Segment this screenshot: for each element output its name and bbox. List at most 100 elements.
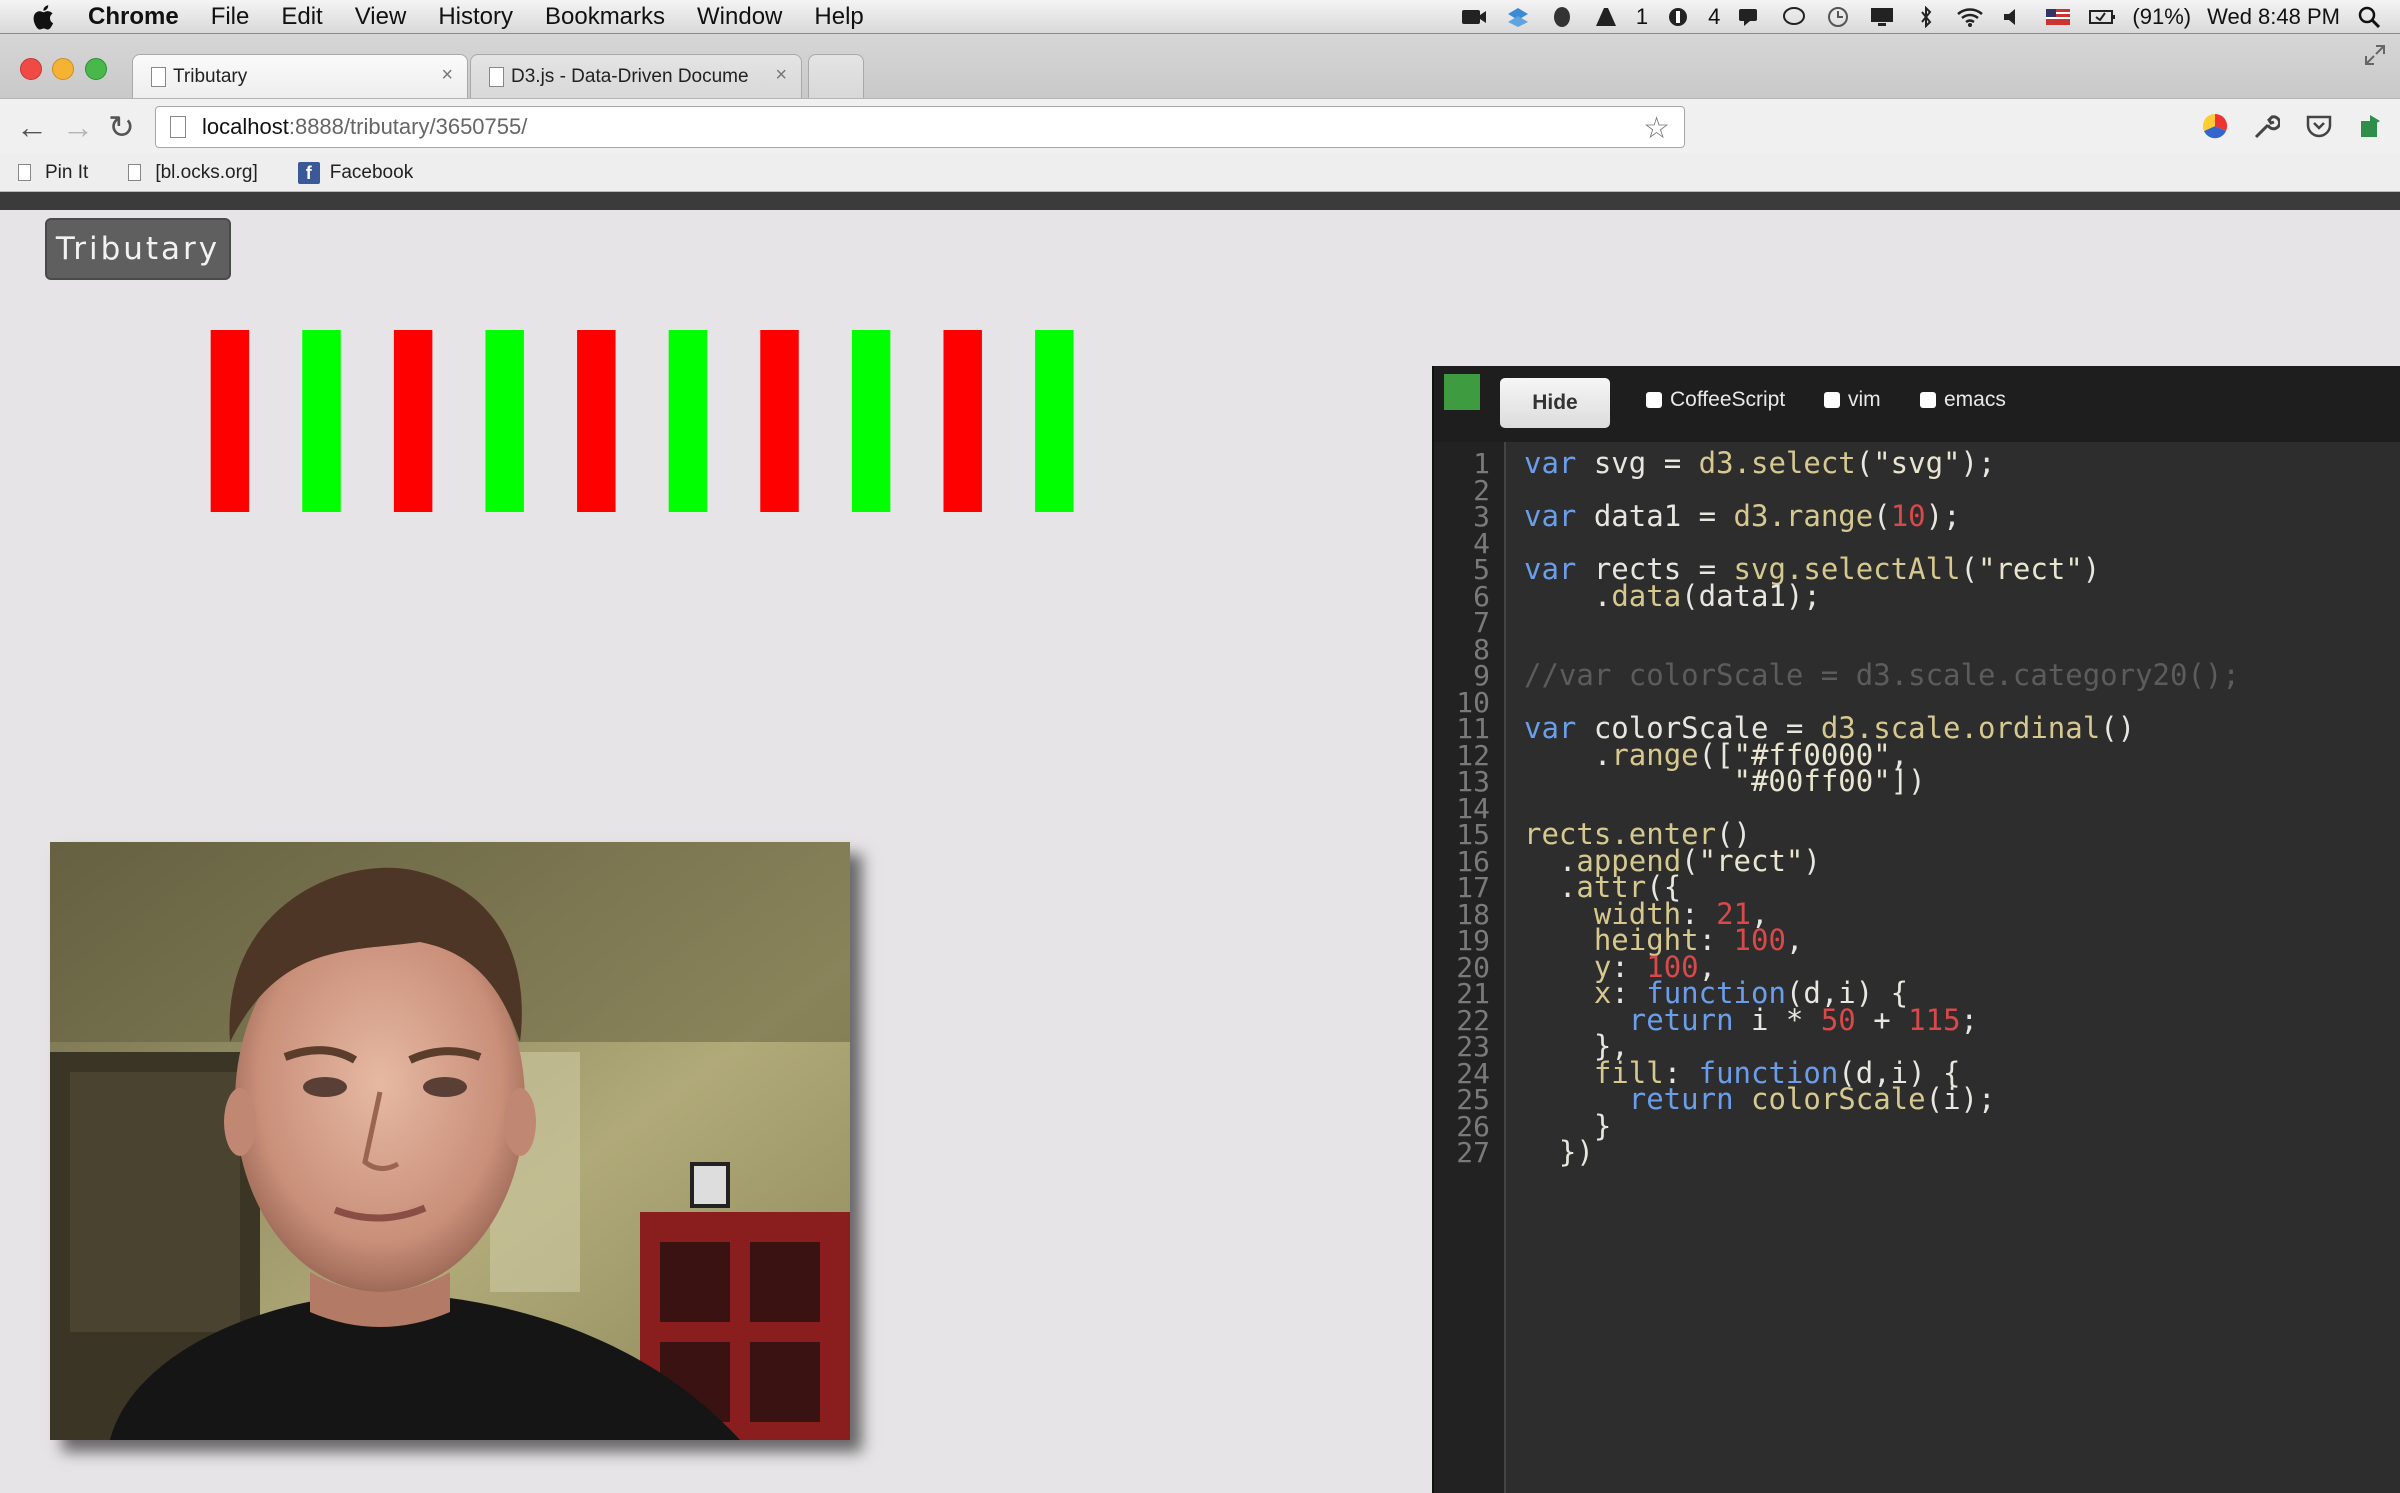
code-token: 50 (1820, 1002, 1856, 1037)
browser-toolbar: ← → ↻ localhost:8888/tributary/3650755/ … (0, 98, 2400, 154)
url-path: :8888/tributary/3650755/ (288, 114, 528, 139)
code-token: ); (1925, 499, 1961, 533)
code-editor-panel: Hide CoffeeScript vim emacs 1 2 3 4 5 6 7 8 9 10 1… (1432, 366, 2400, 1493)
time-machine-icon[interactable] (1824, 6, 1852, 28)
menu-window[interactable]: Window (697, 3, 782, 31)
tab-d3js[interactable]: D3.js - Data-Driven Docume × (470, 54, 802, 98)
volume-icon[interactable] (2000, 6, 2028, 28)
code-token: }) (1524, 1135, 1594, 1169)
menu-view[interactable]: View (355, 3, 407, 31)
spotlight-search-icon[interactable] (2356, 6, 2384, 28)
code-line: }) (1524, 1137, 1594, 1167)
battery-icon[interactable] (2088, 6, 2116, 28)
reload-icon[interactable]: ↻ (108, 107, 135, 147)
adobe-icon[interactable] (1592, 6, 1620, 28)
option-label: emacs (1944, 388, 2006, 411)
chat-icon[interactable] (1736, 6, 1764, 28)
coffeescript-toggle[interactable]: CoffeeScript (1646, 388, 1785, 412)
display-icon[interactable] (1868, 6, 1896, 28)
bookmark-facebook[interactable]: f Facebook (297, 161, 413, 184)
window-close-button[interactable] (20, 58, 42, 80)
code-token: ) (2082, 552, 2101, 586)
code-token: (i); (1925, 1082, 1996, 1116)
window-minimize-button[interactable] (52, 58, 74, 80)
bluetooth-icon[interactable] (1912, 6, 1940, 28)
rect-bar-7 (851, 330, 891, 512)
flag-icon[interactable] (2044, 6, 2072, 28)
option-label: CoffeeScript (1670, 388, 1786, 411)
apple-icon[interactable] (30, 2, 60, 32)
menu-history[interactable]: History (438, 3, 513, 31)
menu-bookmarks[interactable]: Bookmarks (545, 3, 665, 31)
rect-bar-5 (668, 330, 708, 512)
facebook-icon: f (297, 161, 320, 184)
window-zoom-button[interactable] (85, 58, 107, 80)
tray-count-1: 1 (1635, 4, 1649, 29)
code-token: ) (1803, 843, 1821, 878)
menu-file[interactable]: File (211, 3, 250, 31)
new-tab-button[interactable] (808, 54, 864, 98)
menubar-clock[interactable]: Wed 8:48 PM (2207, 4, 2340, 30)
display-canvas (210, 330, 1074, 512)
rect-bar-0 (210, 330, 250, 512)
notification-icon[interactable] (1664, 6, 1692, 28)
back-arrow-icon[interactable]: ← (16, 107, 48, 147)
code-line: "#00ff00"]) (1524, 766, 1926, 796)
wifi-icon[interactable] (1956, 6, 1984, 28)
emacs-checkbox[interactable] (1920, 392, 1936, 408)
battery-percent: (91%) (2132, 4, 2192, 29)
rect-bar-8 (943, 330, 982, 512)
code-token: . (1524, 578, 1612, 613)
tab-close-icon[interactable]: × (441, 64, 453, 87)
bookmark-label: Pin It (45, 161, 89, 183)
code-token: ; (1960, 1002, 1979, 1037)
bookmark-star-icon[interactable]: ☆ (1643, 111, 1670, 146)
vim-checkbox[interactable] (1824, 392, 1840, 408)
tributary-page: Tributary Hide CoffeeScript vim emacs 1 … (0, 210, 2400, 1493)
page-icon (489, 67, 504, 87)
forward-arrow-icon[interactable]: → (62, 107, 94, 147)
code-token: "rect" (1977, 552, 2083, 586)
code-line: var data1 = d3.range(10); (1524, 501, 1961, 531)
hide-button[interactable]: Hide (1500, 378, 1610, 428)
code-token: d3.range (1733, 499, 1874, 533)
code-token: ( (1960, 552, 1978, 586)
fullscreen-icon[interactable] (2362, 42, 2388, 68)
rect-bar-3 (485, 330, 524, 512)
address-bar[interactable]: localhost:8888/tributary/3650755/ ☆ (155, 106, 1685, 148)
emacs-toggle[interactable]: emacs (1920, 388, 2006, 412)
status-tray: 1 4 (91%) Wed 8:48 PM (1460, 0, 2384, 34)
wrench-icon[interactable] (2250, 111, 2280, 141)
code-token: () (2100, 711, 2136, 745)
line-number-gutter: 1 2 3 4 5 6 7 8 9 10 11 12 13 14 15 16 17 18 19 20 21 22 23 24 2… (1434, 442, 1506, 1493)
pocket-icon[interactable] (2304, 111, 2334, 141)
option-label: vim (1848, 388, 1881, 411)
code-token: //var colorScale = d3.scale.category20()… (1524, 658, 2240, 692)
code-token: var (1524, 499, 1577, 533)
code-token: + (1855, 1002, 1909, 1037)
menu-help[interactable]: Help (814, 3, 863, 31)
coffeescript-checkbox[interactable] (1646, 392, 1662, 408)
vim-toggle[interactable]: vim (1824, 388, 1881, 412)
puzzle-extension-icon[interactable] (2356, 111, 2386, 141)
code-token: data1 = (1576, 499, 1734, 533)
tributary-logo-button[interactable]: Tributary (45, 218, 231, 280)
code-token: ); (1960, 446, 1996, 480)
evernote-icon[interactable] (1548, 6, 1576, 28)
dropbox-icon[interactable] (1504, 6, 1532, 28)
bookmark-pin-it[interactable]: Pin It (18, 162, 88, 184)
page-icon (151, 67, 166, 87)
bookmark-blocks[interactable]: [bl.ocks.org] (128, 162, 258, 184)
tab-tributary[interactable]: Tributary × (132, 54, 468, 98)
speech-bubble-icon[interactable] (1780, 6, 1808, 28)
code-token: 115 (1908, 1002, 1961, 1037)
menu-app-chrome[interactable]: Chrome (88, 3, 179, 31)
bookmarks-bar: Pin It [bl.ocks.org] f Facebook (0, 154, 2400, 192)
tab-close-icon[interactable]: × (775, 64, 787, 87)
color-picker-extension-icon[interactable] (2200, 111, 2230, 141)
camera-icon[interactable] (1460, 6, 1488, 28)
color-swatch[interactable] (1444, 374, 1480, 410)
menu-edit[interactable]: Edit (281, 3, 322, 31)
